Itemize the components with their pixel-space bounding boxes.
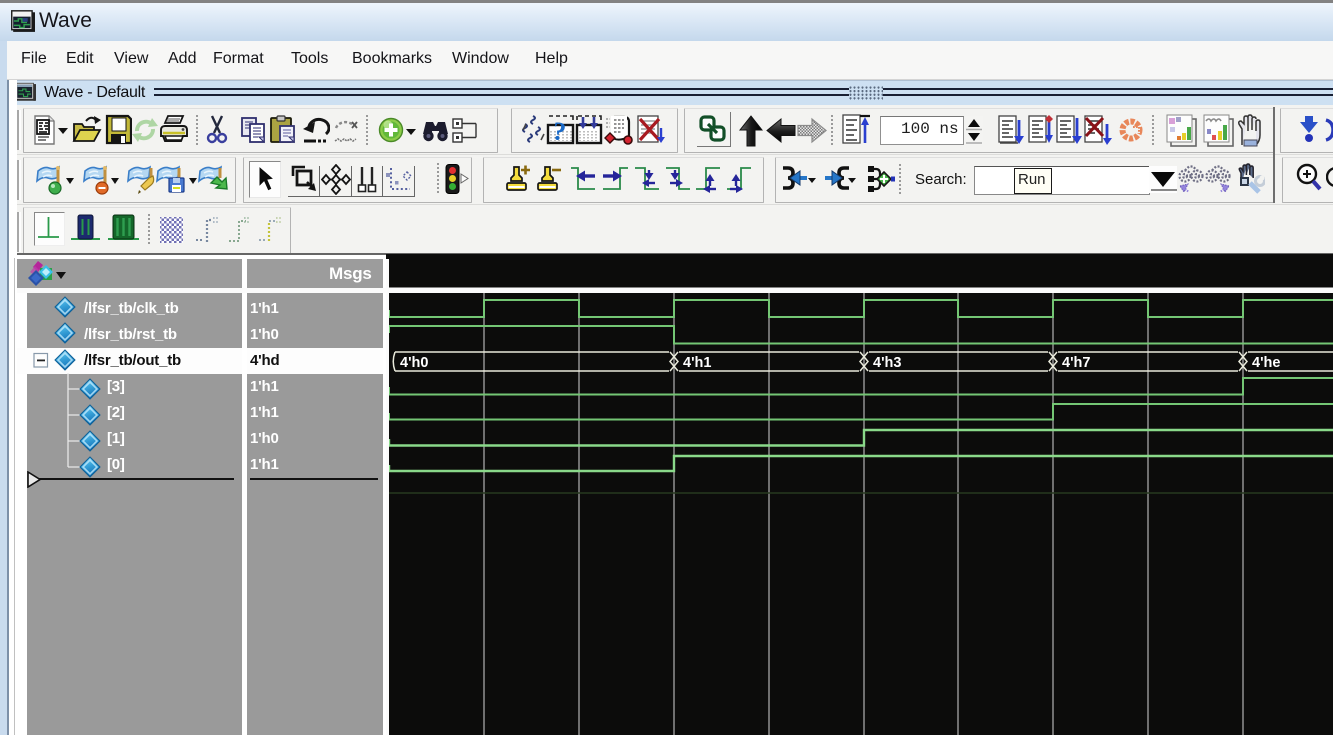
svg-text:4'he: 4'he [1252,355,1280,371]
svg-text:4'h1: 4'h1 [683,355,711,371]
svg-text:4'h0: 4'h0 [400,355,428,371]
svg-text:4'h7: 4'h7 [1062,355,1090,371]
svg-text:4'h3: 4'h3 [873,355,901,371]
